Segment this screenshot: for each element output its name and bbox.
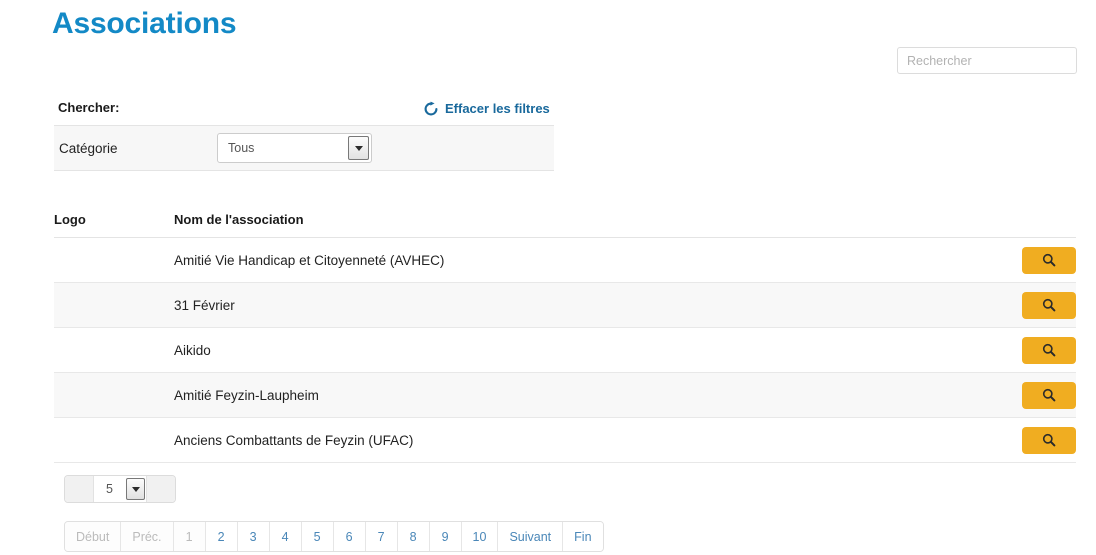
cell-action — [904, 237, 1076, 283]
caret-shape — [131, 486, 140, 492]
caret-shape — [354, 145, 363, 151]
page-size-value: 5 — [106, 482, 113, 496]
column-header-action — [904, 208, 1076, 238]
filter-heading: Chercher: — [58, 100, 120, 115]
page-size-selector[interactable]: 5 — [64, 475, 176, 503]
clear-filters-label: Effacer les filtres — [445, 100, 550, 116]
filter-header: Chercher: Effacer les filtres — [54, 100, 554, 122]
category-select[interactable]: Tous — [217, 133, 372, 163]
view-association-button[interactable] — [1022, 426, 1076, 454]
category-select-value: Tous — [228, 141, 255, 155]
pagination-button-7[interactable]: 7 — [365, 522, 398, 551]
search-input[interactable] — [897, 47, 1077, 74]
pagination-button-4[interactable]: 4 — [269, 522, 302, 551]
view-association-button[interactable] — [1022, 246, 1076, 274]
filter-panel: Catégorie Tous — [54, 125, 554, 171]
table-row: Anciens Combattants de Feyzin (UFAC) — [54, 417, 1076, 463]
table-header-row: Logo Nom de l'association — [54, 208, 1076, 238]
view-association-button[interactable] — [1022, 381, 1076, 409]
view-association-button[interactable] — [1022, 291, 1076, 319]
cell-logo — [54, 237, 174, 283]
table-row: Aikido — [54, 327, 1076, 373]
chevron-down-icon[interactable] — [348, 136, 369, 160]
table-row: Amitié Vie Handicap et Citoyenneté (AVHE… — [54, 237, 1076, 283]
cell-action — [904, 282, 1076, 328]
search-icon — [1042, 343, 1056, 357]
search-icon — [1042, 253, 1056, 267]
page-size-pad-left — [65, 476, 94, 502]
pagination-button-10[interactable]: 10 — [461, 522, 499, 551]
pagination-button-9[interactable]: 9 — [429, 522, 462, 551]
cell-logo — [54, 327, 174, 373]
page-title: Associations — [52, 7, 237, 40]
cell-logo — [54, 282, 174, 328]
cell-action — [904, 417, 1076, 463]
clear-filters-button[interactable]: Effacer les filtres — [423, 100, 550, 116]
category-label: Catégorie — [59, 141, 118, 156]
cell-logo — [54, 372, 174, 418]
cell-association-name: 31 Février — [174, 282, 904, 328]
search-icon — [1042, 433, 1056, 447]
cell-association-name: Amitié Feyzin-Laupheim — [174, 372, 904, 418]
pagination: Début Préc. 1 2 3 4 5 6 7 8 9 10 Suivant Fin — [64, 521, 604, 552]
table-row: 31 Février — [54, 282, 1076, 328]
table-row: Amitié Feyzin-Laupheim — [54, 372, 1076, 418]
cell-association-name: Anciens Combattants de Feyzin (UFAC) — [174, 417, 904, 463]
cell-association-name: Amitié Vie Handicap et Citoyenneté (AVHE… — [174, 237, 904, 283]
filter-row-category: Catégorie Tous — [54, 126, 554, 172]
refresh-icon — [423, 101, 439, 117]
cell-association-name: Aikido — [174, 327, 904, 373]
cell-action — [904, 372, 1076, 418]
column-header-logo: Logo — [54, 208, 174, 238]
pagination-button-1: 1 — [173, 522, 206, 551]
pagination-button-fin[interactable]: Fin — [563, 522, 603, 551]
table-body: Amitié Vie Handicap et Citoyenneté (AVHE… — [54, 237, 1076, 463]
page-size-select[interactable]: 5 — [94, 476, 146, 502]
associations-table: Logo Nom de l'association Amitié Vie Han… — [54, 208, 1076, 463]
search-icon — [1042, 388, 1056, 402]
pagination-button-2[interactable]: 2 — [205, 522, 238, 551]
pagination-button-5[interactable]: 5 — [301, 522, 334, 551]
pagination-button-dbut: Début — [65, 522, 122, 551]
cell-logo — [54, 417, 174, 463]
pagination-button-3[interactable]: 3 — [237, 522, 270, 551]
pagination-button-prc: Préc. — [121, 522, 174, 551]
column-header-name: Nom de l'association — [174, 208, 904, 238]
pagination-button-6[interactable]: 6 — [333, 522, 366, 551]
page-size-pad-right — [146, 476, 175, 502]
chevron-down-icon[interactable] — [126, 478, 145, 500]
cell-action — [904, 327, 1076, 373]
associations-page: Associations Chercher: Effacer les filtr… — [0, 0, 1096, 555]
view-association-button[interactable] — [1022, 336, 1076, 364]
pagination-button-8[interactable]: 8 — [397, 522, 430, 551]
search-icon — [1042, 298, 1056, 312]
pagination-button-suivant[interactable]: Suivant — [498, 522, 564, 551]
